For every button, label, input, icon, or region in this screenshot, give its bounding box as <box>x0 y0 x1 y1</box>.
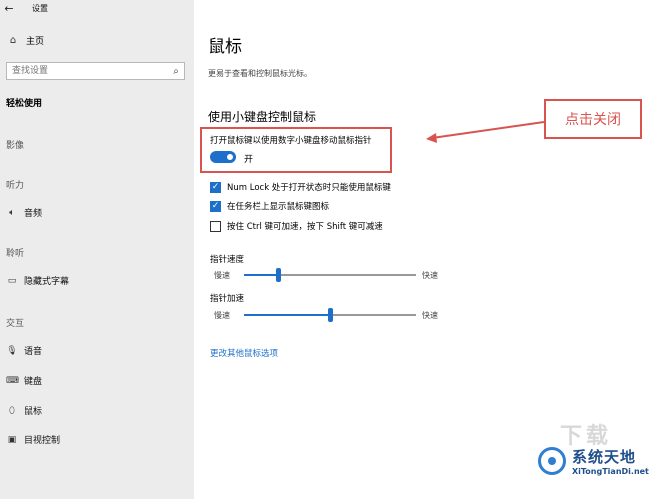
watermark-logo-icon <box>538 447 566 475</box>
annotation-callout: 点击关闭 <box>544 99 642 139</box>
watermark: 系统天地 XiTongTianDi.net <box>538 446 649 476</box>
watermark-en: XiTongTianDi.net <box>572 467 649 476</box>
watermark-cn: 系统天地 <box>572 448 637 466</box>
